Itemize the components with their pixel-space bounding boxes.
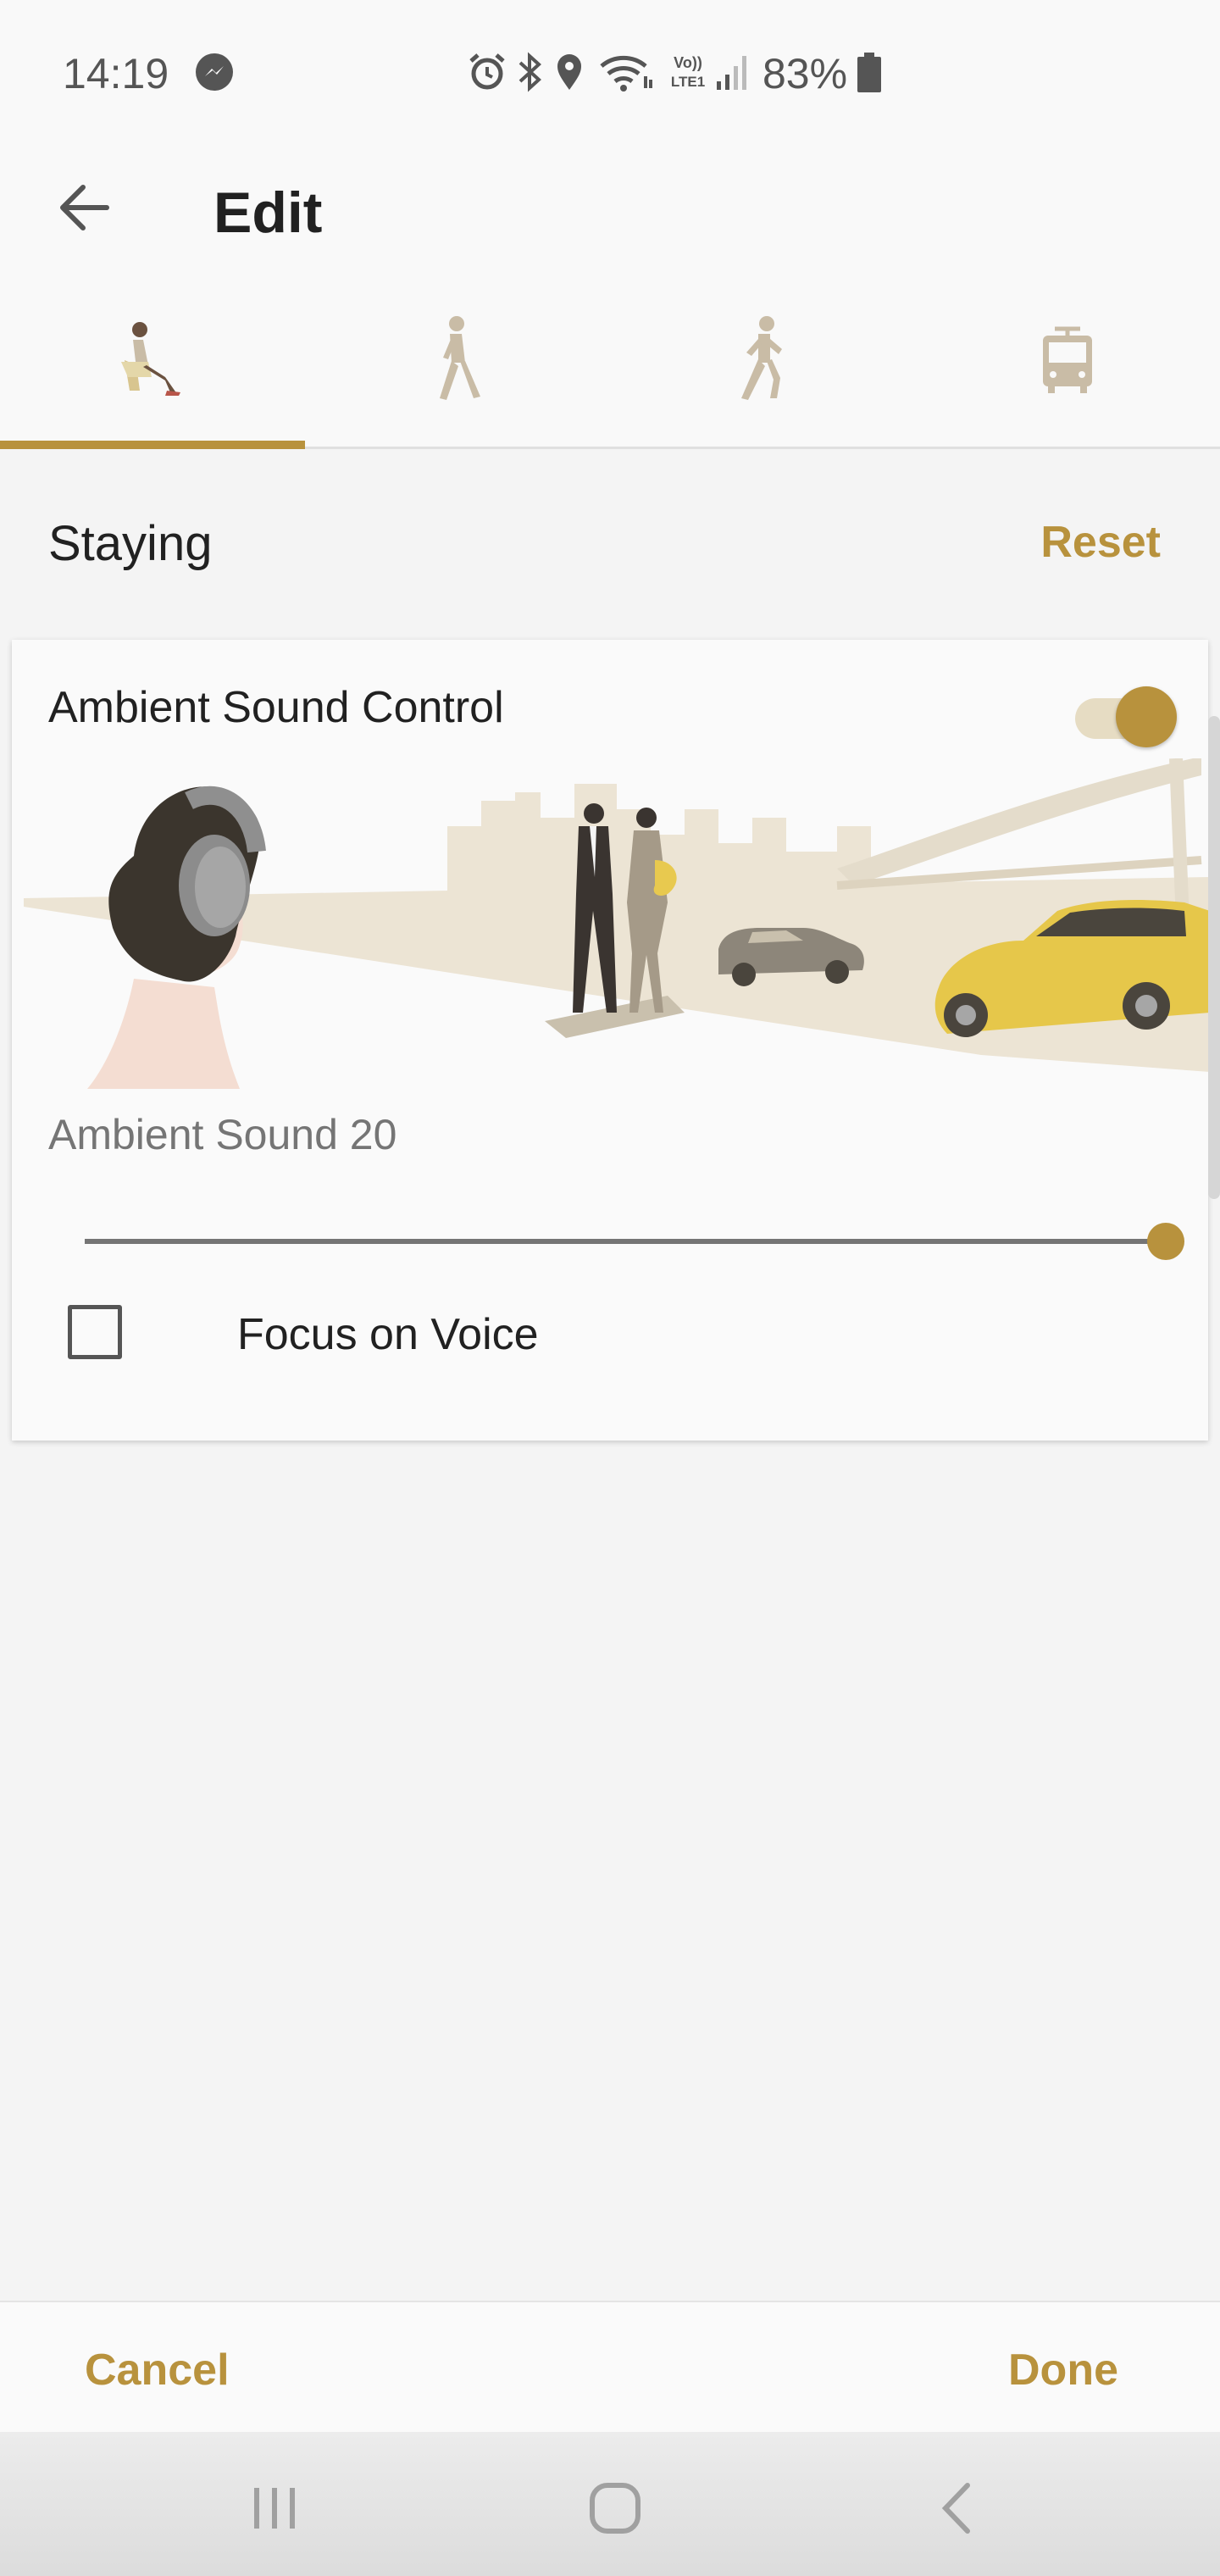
recent-apps-button[interactable] bbox=[232, 2466, 317, 2551]
done-button[interactable]: Done bbox=[1008, 2345, 1118, 2396]
bottom-action-bar: Cancel Done bbox=[0, 2301, 1220, 2432]
status-bar: 14:19 Vo)) LTE1 83% bbox=[0, 0, 1220, 144]
arrow-back-icon bbox=[60, 185, 109, 230]
sitting-person-icon bbox=[121, 322, 180, 396]
ambient-sound-illustration bbox=[24, 758, 1210, 1089]
ambient-sound-slider[interactable] bbox=[71, 1216, 1190, 1267]
focus-on-voice-checkbox[interactable] bbox=[68, 1305, 122, 1359]
reset-button[interactable]: Reset bbox=[1040, 517, 1161, 568]
tab-staying[interactable] bbox=[0, 271, 305, 449]
signal-icon bbox=[717, 56, 746, 90]
tab-transport[interactable] bbox=[915, 271, 1220, 449]
walking-person-icon bbox=[440, 316, 480, 400]
ambient-sound-level-label: Ambient Sound 20 bbox=[48, 1111, 397, 1158]
scroll-indicator bbox=[1208, 716, 1220, 1199]
location-icon bbox=[557, 54, 581, 90]
home-icon bbox=[590, 2483, 640, 2534]
activity-tabs bbox=[0, 271, 1220, 449]
chevron-left-icon bbox=[941, 2483, 970, 2534]
system-nav-bar bbox=[0, 2432, 1220, 2576]
wifi-icon bbox=[600, 55, 652, 92]
tab-walking[interactable] bbox=[305, 271, 610, 449]
battery-percent: 83% bbox=[762, 50, 848, 97]
slider-thumb[interactable] bbox=[1147, 1223, 1184, 1260]
battery-icon bbox=[857, 53, 881, 92]
svg-text:LTE1: LTE1 bbox=[671, 74, 705, 90]
cancel-button[interactable]: Cancel bbox=[85, 2345, 230, 2396]
alarm-icon bbox=[469, 53, 505, 90]
volte-icon: Vo)) LTE1 bbox=[671, 54, 705, 90]
toggle-thumb bbox=[1116, 686, 1177, 747]
card-title: Ambient Sound Control bbox=[48, 683, 504, 732]
focus-on-voice-label: Focus on Voice bbox=[237, 1310, 539, 1359]
home-button[interactable] bbox=[573, 2466, 657, 2551]
status-icons: Vo)) LTE1 bbox=[466, 47, 752, 97]
messenger-icon bbox=[196, 53, 233, 91]
tab-running[interactable] bbox=[610, 271, 915, 449]
selected-tab-indicator bbox=[0, 441, 305, 449]
page-title: Edit bbox=[214, 180, 323, 245]
ambient-sound-toggle[interactable] bbox=[1067, 678, 1177, 747]
running-person-icon bbox=[741, 316, 782, 400]
recent-apps-icon bbox=[254, 2488, 295, 2529]
back-button[interactable] bbox=[51, 174, 119, 242]
section-header: Staying Reset bbox=[0, 458, 1220, 627]
status-time: 14:19 bbox=[63, 50, 169, 97]
svg-text:Vo)): Vo)) bbox=[674, 54, 702, 71]
back-nav-button[interactable] bbox=[915, 2466, 1000, 2551]
ambient-sound-card: Ambient Sound Control Ambient Sound 20 F… bbox=[12, 640, 1210, 1441]
bus-icon bbox=[1043, 326, 1092, 393]
app-bar: Edit bbox=[0, 144, 1220, 271]
bluetooth-icon bbox=[518, 52, 541, 92]
section-title: Staying bbox=[48, 516, 213, 571]
slider-track bbox=[85, 1239, 1169, 1244]
